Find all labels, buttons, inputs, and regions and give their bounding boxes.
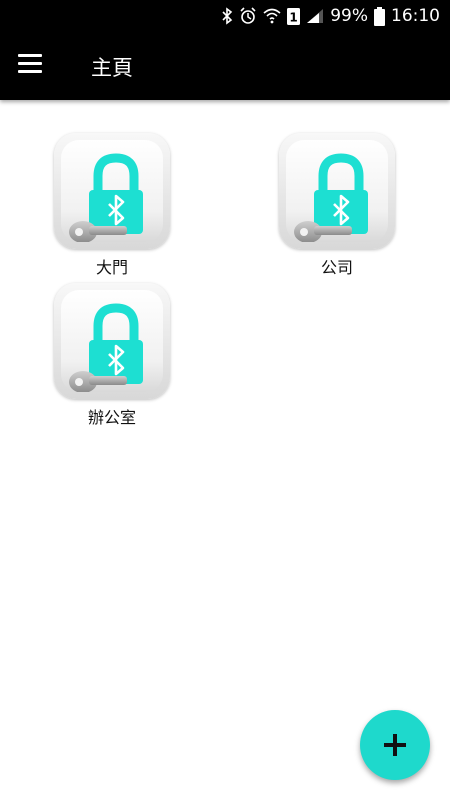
- lock-label: 公司: [320, 258, 353, 277]
- hamburger-menu-icon[interactable]: [18, 54, 42, 74]
- page-title: 主頁: [91, 56, 133, 80]
- bluetooth-lock-key-icon: [294, 153, 368, 243]
- status-bar: 1 99% 16:10: [0, 0, 450, 32]
- clock: 16:10: [391, 6, 440, 26]
- wifi-icon: [263, 8, 281, 24]
- lock-tile-frame: [54, 283, 170, 399]
- lock-tile[interactable]: 辦公室: [47, 283, 177, 428]
- lock-label: 大門: [95, 258, 128, 277]
- lock-tile[interactable]: 大門: [47, 133, 177, 278]
- add-lock-button[interactable]: [360, 710, 430, 780]
- bluetooth-icon: [221, 7, 233, 25]
- signal-icon: [306, 8, 324, 24]
- battery-percent: 99%: [330, 6, 368, 26]
- app-bar: 主頁: [0, 32, 450, 100]
- battery-icon: [374, 6, 385, 26]
- sim-1-icon: 1: [287, 7, 301, 25]
- bluetooth-lock-key-icon: [69, 303, 143, 393]
- lock-tile[interactable]: 公司: [272, 133, 402, 278]
- lock-tile-frame: [54, 133, 170, 249]
- lock-tile-frame: [279, 133, 395, 249]
- lock-label: 辦公室: [87, 408, 136, 427]
- status-icons: 1 99% 16:10: [221, 0, 440, 32]
- plus-icon: [384, 734, 406, 756]
- bluetooth-lock-key-icon: [69, 153, 143, 243]
- alarm-icon: [239, 7, 257, 25]
- svg-text:1: 1: [290, 10, 298, 24]
